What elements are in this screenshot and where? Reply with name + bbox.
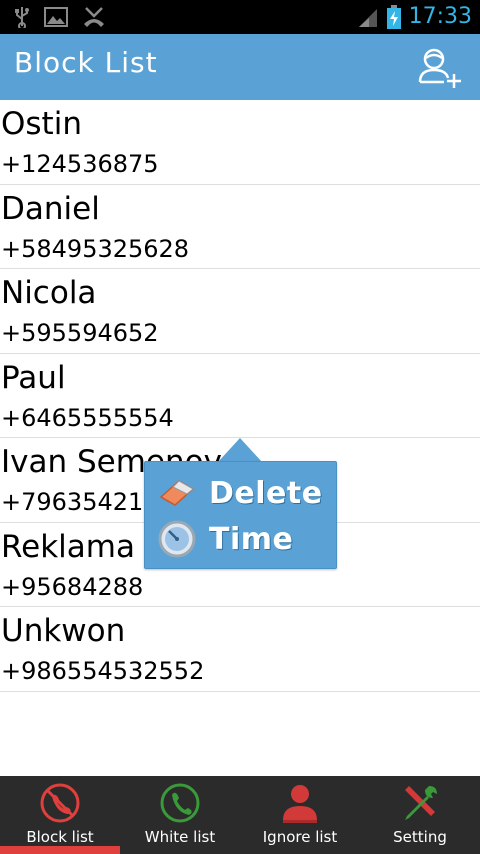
active-tab-indicator [0,846,120,854]
context-popup: Delete Time [144,461,337,569]
contact-name: Unkwon [1,613,126,649]
block-list: Ostin +124536875 Daniel +58495325628 Nic… [0,100,480,692]
white-phone-icon [160,783,200,823]
tools-icon [405,786,437,820]
list-item[interactable]: Daniel +58495325628 [0,185,480,269]
ignore-person-icon [283,785,317,823]
list-item[interactable]: Ostin +124536875 [0,100,480,185]
contact-name: Reklama [1,528,135,565]
contact-phone: +6465555554 [1,403,174,432]
contact-phone: +124536875 [1,150,159,178]
list-item[interactable]: Paul +6465555554 [0,354,480,438]
contact-phone: +986554532552 [1,657,205,685]
page-title: Block List [14,46,158,79]
contact-phone: +595594652 [1,319,159,347]
contact-name: Nicola [1,275,97,311]
tab-white-list[interactable]: White list [120,776,240,854]
tab-label: Block list [26,828,94,846]
delete-label: Delete [209,475,323,511]
status-bar: 17:33 [0,0,480,34]
signal-icon [358,9,377,27]
tab-block-list[interactable]: Block list [0,776,120,854]
contact-name: Ostin [1,106,82,142]
clock-icon [158,520,196,558]
eraser-icon [159,480,195,506]
contact-name: Paul [1,359,66,396]
image-icon [44,7,68,27]
contact-name: Daniel [1,190,100,227]
tab-label: Ignore list [262,828,338,846]
time-button[interactable]: Time [157,516,293,562]
tab-ignore-list[interactable]: Ignore list [240,776,360,854]
list-item[interactable]: Unkwon +986554532552 [0,607,480,692]
add-contact-button[interactable] [418,48,462,88]
tab-label: Setting [393,828,447,846]
app-header: Block List [0,34,480,100]
bottom-tab-bar: Block list White list Ignore list Settin… [0,776,480,854]
list-item[interactable]: Nicola +595594652 [0,269,480,354]
delete-button[interactable]: Delete [157,470,323,516]
block-phone-icon [40,783,80,823]
battery-charging-icon [386,5,401,29]
tab-label: White list [144,828,216,846]
tab-setting[interactable]: Setting [360,776,480,854]
usb-icon [15,7,29,28]
clock: 17:33 [408,4,472,29]
missed-call-icon [84,7,104,27]
contact-phone: +796354214 [1,488,159,516]
contact-phone: +58495325628 [1,234,190,263]
contact-phone: +95684288 [1,572,144,601]
time-label: Time [209,521,294,557]
popup-arrow [218,438,262,462]
